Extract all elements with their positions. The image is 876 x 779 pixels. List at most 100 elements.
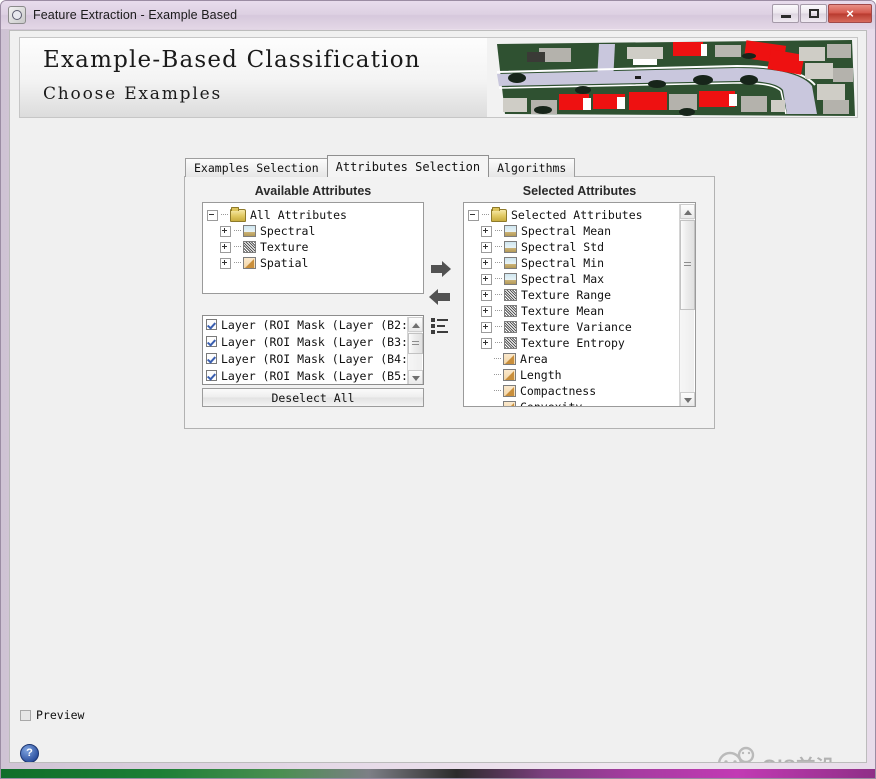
scroll-down-button[interactable] [680,392,695,406]
layer-checkbox[interactable] [206,370,217,381]
app-icon [8,6,26,24]
expand-icon[interactable] [481,225,492,237]
layer-checkbox[interactable] [206,319,217,330]
window-controls: × [771,4,872,23]
layer-checkbox[interactable] [206,353,217,364]
expand-icon[interactable] [481,305,492,317]
tree-row-spectral-min[interactable]: Spectral Min [468,255,695,271]
tree-connector [494,390,501,392]
tree-label: Texture [260,240,309,254]
scroll-up-button[interactable] [408,317,423,332]
maximize-icon [801,5,826,22]
minimize-button[interactable] [772,4,799,23]
help-button[interactable]: ? [20,744,39,762]
expand-icon[interactable] [481,337,492,349]
dialog-client-area: Example-Based Classification Choose Exam… [9,30,867,763]
minimize-icon [773,5,798,22]
layer-list-scrollbar[interactable] [407,317,423,384]
add-attribute-button[interactable] [430,260,452,280]
tree-connector [495,278,502,280]
tree-label: Spectral [260,224,316,238]
tree-row-spectral-max[interactable]: Spectral Max [468,271,695,287]
transfer-controls [429,260,454,334]
tree-row-convexity[interactable]: Convexity [468,399,695,407]
tree-row-length[interactable]: Length [468,367,695,383]
preview-option[interactable]: Preview [20,708,84,722]
layer-checkbox[interactable] [206,336,217,347]
expand-icon[interactable] [481,289,492,301]
tree-row-texture[interactable]: Texture [207,239,423,255]
deselect-all-button[interactable]: Deselect All [202,388,424,407]
tree-row-spectral-mean[interactable]: Spectral Mean [468,223,695,239]
tree-connector [495,262,502,264]
collapse-icon[interactable] [207,209,218,221]
list-item[interactable]: Layer (ROI Mask (Layer (B2:B2. [203,316,423,333]
tree-label: Length [520,368,562,382]
texture-icon [504,305,517,317]
spectral-icon [504,257,517,269]
header-banner: Example-Based Classification Choose Exam… [19,37,858,118]
expand-icon[interactable] [481,241,492,253]
window-title: Feature Extraction - Example Based [33,8,238,22]
list-item[interactable]: Layer (ROI Mask (Layer (B3:B3. [203,333,423,350]
expand-icon[interactable] [220,257,231,269]
tree-row-spatial[interactable]: Spatial [207,255,423,271]
scroll-up-button[interactable] [680,204,695,219]
expand-icon[interactable] [481,257,492,269]
available-attributes-heading: Available Attributes [254,184,372,198]
tab-attributes-selection[interactable]: Attributes Selection [326,155,490,177]
tree-label: Spectral Min [521,256,605,270]
list-options-icon[interactable] [431,318,449,334]
folder-icon [230,206,246,222]
tree-row-spectral[interactable]: Spectral [207,223,423,239]
preview-checkbox[interactable] [20,709,31,721]
tree-connector [494,406,501,407]
aerial-image-svg [487,38,857,117]
maximize-button[interactable] [800,4,827,23]
layer-list[interactable]: Layer (ROI Mask (Layer (B2:B2. Layer (RO… [202,315,424,385]
tree-label: Texture Range [521,288,612,302]
tree-row-texture-variance[interactable]: Texture Variance [468,319,695,335]
expand-icon[interactable] [220,241,231,253]
texture-icon [504,337,517,349]
close-button[interactable]: × [828,4,872,23]
arrow-left-icon [429,289,450,305]
spatial-icon [503,369,516,381]
tree-label: Spatial [260,256,309,270]
collapse-icon[interactable] [468,209,479,221]
arrow-right-icon [431,261,451,277]
tree-row-root[interactable]: All Attributes [207,206,423,223]
expand-icon[interactable] [481,321,492,333]
tree-row-texture-range[interactable]: Texture Range [468,287,695,303]
available-attributes-tree[interactable]: All Attributes Spectral Texture Spatial [202,202,424,294]
spectral-icon [504,273,517,285]
watermark-text: GIS前沿 [762,752,835,762]
tree-row-spectral-std[interactable]: Spectral Std [468,239,695,255]
tree-row-texture-mean[interactable]: Texture Mean [468,303,695,319]
remove-attribute-button[interactable] [429,288,452,308]
tree-label: Selected Attributes [511,208,643,222]
watermark-logo-icon [717,746,755,762]
selected-attributes-tree[interactable]: Selected Attributes Spectral Mean Spectr… [463,202,696,407]
layer-label: Layer (ROI Mask (Layer (B5:B5. [221,368,424,383]
tree-connector [494,358,501,360]
spatial-icon [503,401,516,406]
spatial-icon [243,257,256,269]
expand-icon[interactable] [481,273,492,285]
list-item[interactable]: Layer (ROI Mask (Layer (B5:B5. [203,367,423,384]
tree-row-texture-entropy[interactable]: Texture Entropy [468,335,695,351]
tab-strip: Examples Selection Attributes Selection … [185,155,576,177]
expand-icon[interactable] [220,225,231,237]
tree-row-area[interactable]: Area [468,351,695,367]
tree-row-compactness[interactable]: Compactness [468,383,695,399]
scroll-thumb[interactable] [408,333,423,354]
list-item[interactable]: Layer (ROI Mask (Layer (B4:B4. [203,350,423,367]
spectral-icon [243,225,256,237]
selected-tree-scrollbar[interactable] [679,204,695,406]
scroll-thumb[interactable] [680,220,695,310]
tab-examples-selection[interactable]: Examples Selection [185,158,328,177]
tree-label: Spectral Mean [521,224,612,238]
tab-algorithms[interactable]: Algorithms [488,158,576,177]
tree-row-root[interactable]: Selected Attributes [468,206,695,223]
scroll-down-button[interactable] [408,370,423,384]
